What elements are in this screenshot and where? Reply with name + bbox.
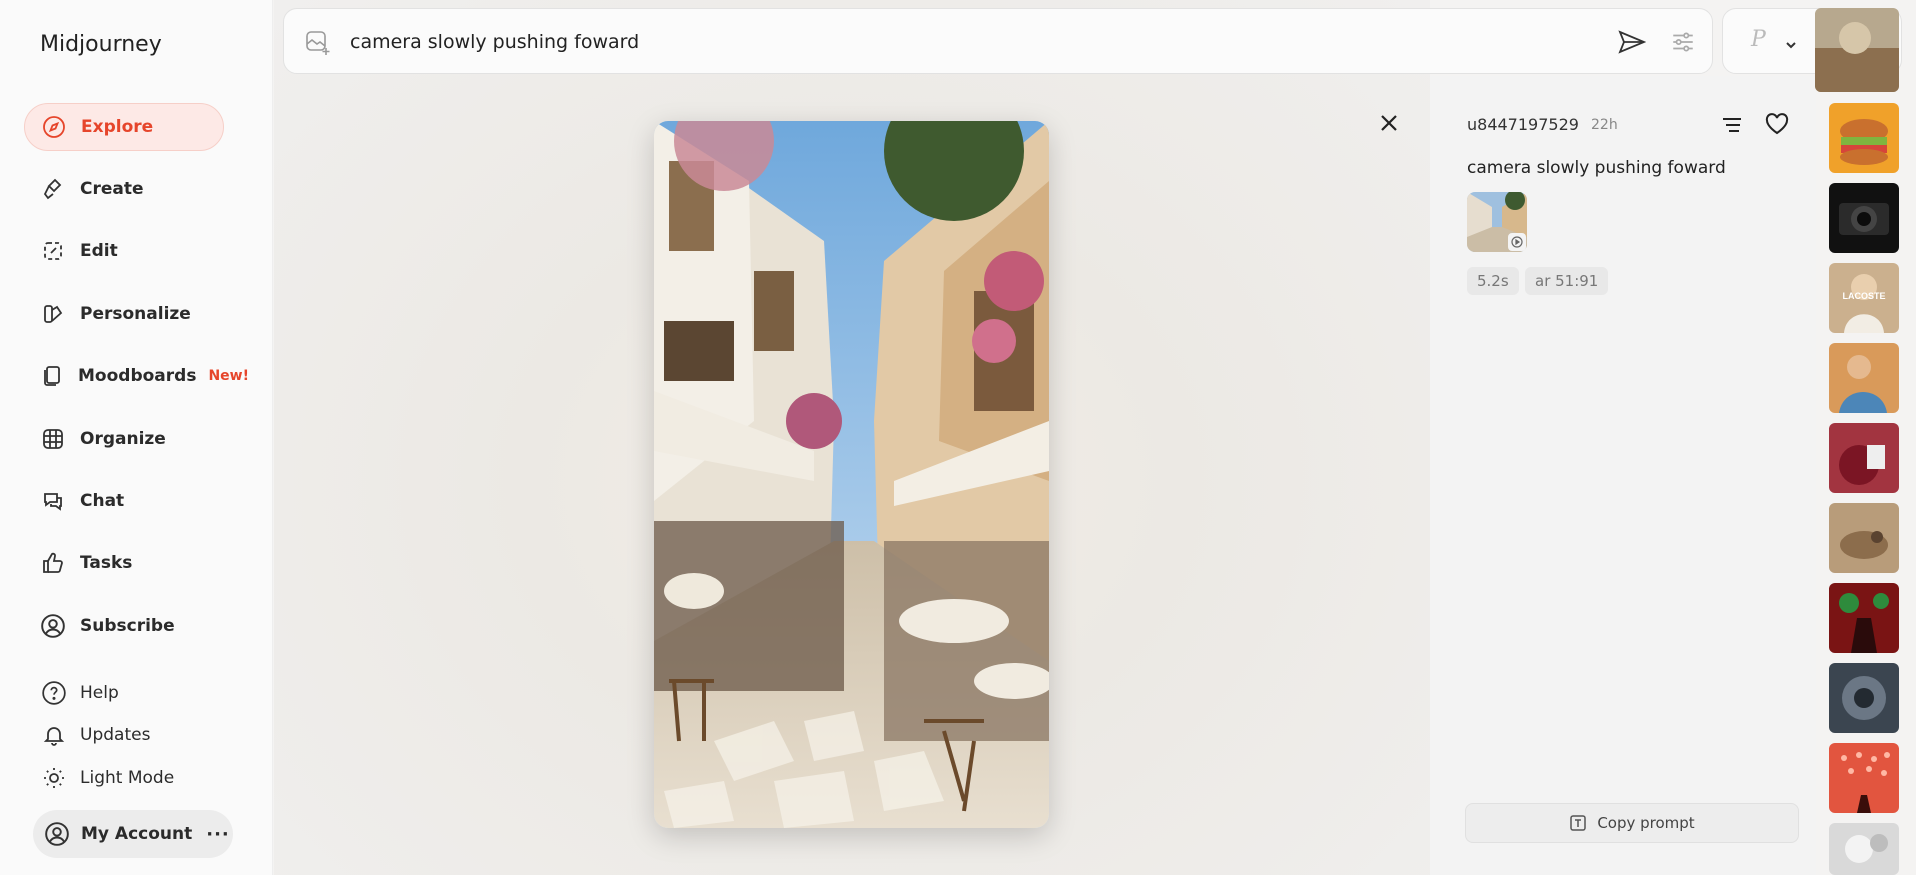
sidebar-item-organize[interactable]: Organize <box>24 415 224 463</box>
feed-thumbnail[interactable] <box>1829 663 1899 733</box>
feed-thumbnail[interactable] <box>1829 743 1899 813</box>
sidebar-item-explore[interactable]: Explore <box>24 103 224 151</box>
feed-thumbnail[interactable] <box>1815 8 1899 92</box>
sidebar-item-personalize[interactable]: Personalize <box>24 290 224 338</box>
account-label: My Account <box>81 824 193 844</box>
close-icon[interactable] <box>1378 112 1400 138</box>
mode-letter: P <box>1751 27 1766 52</box>
my-account-button[interactable]: My Account ··· <box>33 810 233 858</box>
sidebar-item-label: Chat <box>80 491 125 511</box>
more-options-icon[interactable]: ··· <box>206 824 230 845</box>
user-circle-icon <box>40 613 66 639</box>
sidebar-item-label: Edit <box>80 241 118 261</box>
sidebar-item-chat[interactable]: Chat <box>24 477 224 525</box>
updates-label: Updates <box>80 725 151 745</box>
help-label: Help <box>80 683 119 703</box>
hero-image[interactable] <box>654 121 1049 828</box>
sidebar-item-label: Organize <box>80 429 166 449</box>
moodboard-icon <box>40 363 64 389</box>
thumbs-up-icon <box>40 550 66 576</box>
svg-text:LACOSTE: LACOSTE <box>1842 291 1885 301</box>
aspect-ratio-chip: ar 51:91 <box>1525 267 1609 295</box>
updates-link[interactable]: Updates <box>40 719 150 751</box>
filter-lines-icon[interactable] <box>1720 114 1744 140</box>
creator-username[interactable]: u8447197529 <box>1467 115 1579 134</box>
video-play-icon <box>1508 233 1526 251</box>
sidebar-item-label: Explore <box>81 117 154 137</box>
chevron-down-icon[interactable] <box>1785 35 1797 54</box>
feed-thumbnail[interactable] <box>1829 423 1899 493</box>
new-badge: New! <box>208 368 249 384</box>
sidebar-item-subscribe[interactable]: Subscribe <box>24 602 224 650</box>
light-mode-label: Light Mode <box>80 768 175 788</box>
street-cafe-illustration <box>654 121 1049 828</box>
bell-icon <box>40 721 68 749</box>
grid-icon <box>40 426 66 452</box>
prompt-text: camera slowly pushing foward <box>1467 158 1726 178</box>
sidebar-item-create[interactable]: Create <box>24 165 224 213</box>
copy-prompt-button[interactable]: Copy prompt <box>1465 803 1799 843</box>
sidebar-item-label: Tasks <box>80 553 133 573</box>
heart-icon[interactable] <box>1764 112 1790 140</box>
sidebar: Midjourney Explore Create Edit Personali… <box>0 0 273 875</box>
chat-icon <box>40 488 66 514</box>
post-age: 22h <box>1591 117 1618 133</box>
light-mode-toggle[interactable]: Light Mode <box>40 762 174 794</box>
feed-thumbnail[interactable]: LACOSTE <box>1829 263 1899 333</box>
feed-thumbnail[interactable] <box>1829 583 1899 653</box>
copy-prompt-label: Copy prompt <box>1597 814 1695 832</box>
palette-icon <box>40 301 66 327</box>
sidebar-item-moodboards[interactable]: Moodboards New! <box>24 352 249 400</box>
sidebar-item-label: Personalize <box>80 304 191 324</box>
sun-icon <box>40 764 68 792</box>
text-box-icon <box>1569 814 1587 832</box>
app-logo[interactable]: Midjourney <box>40 32 162 57</box>
settings-sliders-icon[interactable] <box>1670 29 1696 59</box>
feed-thumbnail[interactable] <box>1829 823 1899 875</box>
prompt-bar <box>283 8 1713 74</box>
feed-thumbnail[interactable] <box>1829 103 1899 173</box>
sidebar-item-edit[interactable]: Edit <box>24 227 224 275</box>
brush-icon <box>40 176 66 202</box>
sidebar-item-label: Moodboards <box>78 366 197 386</box>
duration-chip: 5.2s <box>1467 267 1519 295</box>
feed-thumbnail[interactable] <box>1829 183 1899 253</box>
help-link[interactable]: Help <box>40 677 119 709</box>
sidebar-item-label: Create <box>80 179 144 199</box>
edit-frame-icon <box>40 238 66 264</box>
add-image-icon[interactable] <box>304 29 332 61</box>
send-icon[interactable] <box>1618 29 1647 59</box>
sidebar-item-tasks[interactable]: Tasks <box>24 539 224 587</box>
account-icon <box>43 820 71 848</box>
help-icon <box>40 679 68 707</box>
prompt-input[interactable] <box>350 27 1450 57</box>
feed-thumbnail[interactable] <box>1829 503 1899 573</box>
compass-icon <box>41 114 67 140</box>
sidebar-item-label: Subscribe <box>80 616 175 636</box>
feed-thumbnail[interactable] <box>1829 343 1899 413</box>
